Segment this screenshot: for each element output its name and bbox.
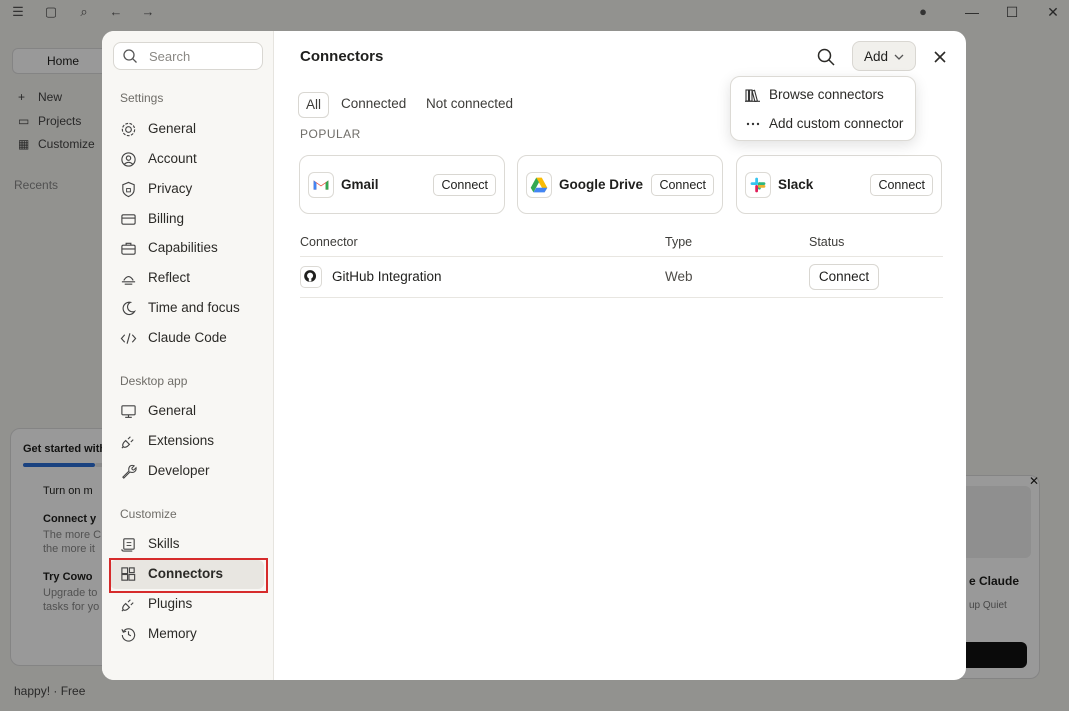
sidebar-item-label: General (148, 403, 197, 418)
close-icon[interactable] (930, 47, 950, 67)
sidebar-item-label: Capabilities (148, 240, 218, 255)
page-title: Connectors (300, 48, 384, 65)
sidebar-item-label: Developer (148, 463, 210, 478)
sidebar-item-capabilities[interactable]: Capabilities (110, 234, 264, 263)
connector-name: Google Drive (559, 177, 644, 192)
popular-label: POPULAR (300, 127, 361, 141)
sidebar-item-label: Claude Code (148, 330, 227, 345)
tab-not-connected[interactable]: Not connected (419, 92, 520, 118)
sidebar-item-privacy[interactable]: Privacy (110, 175, 264, 204)
sidebar-item-label: Skills (148, 536, 180, 551)
connector-name: Slack (778, 177, 814, 192)
sidebar-item-time-and-focus[interactable]: Time and focus (110, 294, 264, 323)
connect-button[interactable]: Connect (809, 264, 879, 290)
scroll-icon (121, 538, 135, 552)
slack-logo-icon (745, 172, 771, 198)
sidebar-item-label: Memory (148, 626, 197, 641)
sidebar-item-label: Extensions (148, 433, 215, 448)
user-circle-icon (121, 152, 136, 167)
connect-button[interactable]: Connect (433, 174, 496, 196)
column-header-connector: Connector (300, 235, 358, 249)
tab-all[interactable]: All (298, 92, 330, 118)
column-header-status: Status (809, 235, 845, 249)
selection-highlight (109, 558, 268, 593)
search-input[interactable]: Search (113, 42, 263, 70)
moon-icon (122, 301, 136, 316)
plug-icon (121, 599, 134, 612)
connector-name[interactable]: GitHub Integration (332, 269, 442, 284)
add-button[interactable]: Add (852, 41, 916, 71)
briefcase-icon (121, 242, 136, 255)
sidebar-item-desktop-general[interactable]: General (110, 397, 264, 426)
tab-connected[interactable]: Connected (334, 92, 413, 118)
github-icon (300, 266, 322, 288)
sidebar-item-account[interactable]: Account (110, 145, 264, 174)
connector-type: Web (665, 269, 693, 284)
search-placeholder: Search (149, 49, 191, 64)
google-drive-logo-icon (526, 172, 552, 198)
shield-lock-icon (122, 181, 135, 198)
connector-name: Gmail (341, 177, 379, 192)
sidebar-item-plugins[interactable]: Plugins (110, 590, 264, 619)
section-desktop-app: Desktop app (120, 374, 188, 388)
sidebar-item-developer[interactable]: Developer (110, 457, 264, 486)
connect-button[interactable]: Connect (651, 174, 714, 196)
menu-item-browse-connectors[interactable]: Browse connectors (731, 81, 917, 109)
table-divider (300, 256, 943, 257)
add-dropdown-menu: Browse connectors Add custom connector (730, 76, 916, 141)
sidebar-item-label: Reflect (148, 270, 191, 285)
gmail-logo-icon (308, 172, 334, 198)
code-icon (120, 333, 137, 344)
sidebar-item-label: Account (148, 151, 197, 166)
search-icon[interactable] (815, 46, 837, 68)
sidebar-item-skills[interactable]: Skills (110, 530, 264, 559)
menu-item-label: Add custom connector (769, 116, 904, 131)
connector-card-slack: Slack Connect (736, 155, 942, 214)
sidebar-item-general[interactable]: General (110, 115, 264, 144)
connector-card-gmail: Gmail Connect (299, 155, 505, 214)
menu-item-add-custom-connector[interactable]: Add custom connector (731, 110, 917, 138)
monitor-icon (121, 405, 136, 418)
sidebar-item-label: General (148, 121, 197, 136)
sunrise-icon (121, 276, 136, 285)
section-settings: Settings (120, 91, 164, 105)
sidebar-item-billing[interactable]: Billing (110, 205, 264, 234)
sidebar-item-label: Plugins (148, 596, 193, 611)
sidebar-item-label: Privacy (148, 181, 193, 196)
sidebar-item-reflect[interactable]: Reflect (110, 264, 264, 293)
connect-button[interactable]: Connect (870, 174, 933, 196)
chevron-down-icon (894, 54, 904, 60)
plug-icon (121, 436, 134, 449)
more-horizontal-icon (746, 122, 760, 126)
credit-card-icon (121, 214, 136, 225)
column-header-type: Type (665, 235, 693, 249)
section-customize: Customize (120, 507, 177, 521)
connector-card-google-drive: Google Drive Connect (517, 155, 723, 214)
library-icon (745, 89, 760, 102)
add-button-label: Add (864, 49, 889, 64)
menu-item-label: Browse connectors (769, 87, 884, 102)
sidebar-item-label: Time and focus (148, 300, 240, 315)
table-divider (300, 297, 943, 298)
sidebar-item-extensions[interactable]: Extensions (110, 427, 264, 456)
gear-icon (121, 122, 136, 137)
wrench-icon (122, 464, 137, 479)
sidebar-item-memory[interactable]: Memory (110, 620, 264, 649)
search-icon (123, 49, 137, 63)
sidebar-item-label: Billing (148, 211, 185, 226)
history-icon (121, 628, 136, 642)
settings-sidebar: Search Settings General Account Privacy … (102, 31, 274, 680)
sidebar-item-claude-code[interactable]: Claude Code (110, 324, 264, 353)
